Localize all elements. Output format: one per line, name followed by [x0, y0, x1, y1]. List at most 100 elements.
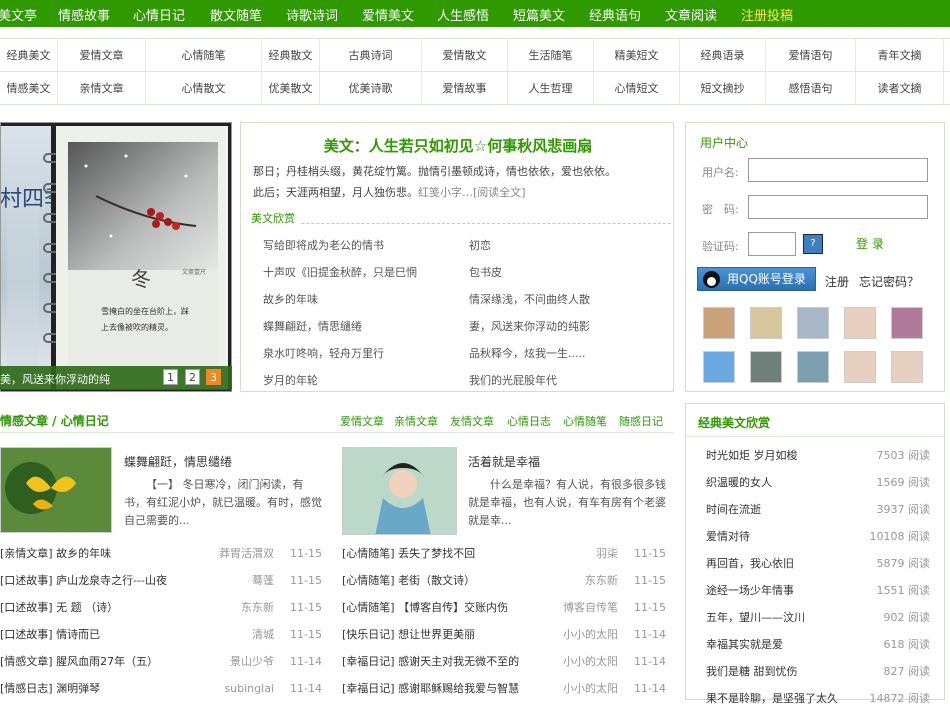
register-link[interactable]: 注册 — [825, 273, 849, 290]
captcha-image[interactable]: ? — [803, 234, 823, 254]
category-link[interactable]: 经典散文 — [262, 39, 320, 72]
category-link[interactable]: 爱情散文 — [422, 39, 508, 72]
list-item-title[interactable]: [快乐日记] 想让世界更美丽 — [342, 628, 475, 641]
article-link[interactable]: 品秋释今，炫我一生..... — [469, 345, 585, 361]
classic-item[interactable]: 果不是聆聊，是坚强了太久 14872 阅读 — [706, 685, 938, 712]
article-link[interactable]: 蝶舞翩跹，情思缱绻 — [263, 318, 362, 334]
category-link[interactable]: 爱情故事 — [422, 72, 508, 105]
nav-item[interactable]: 诗歌诗词 — [286, 5, 338, 24]
list-item-title[interactable]: [幸福日记] 感谢耶稣赐给我爱与智慧 — [342, 682, 519, 695]
classic-item-title[interactable]: 再回首，我心依旧 — [706, 550, 794, 577]
list-item-title[interactable]: [口述故事] 庐山龙泉寺之行---山夜 — [0, 574, 167, 587]
list-item-title[interactable]: [口述故事] 无 题 （诗） — [0, 601, 118, 614]
qq-login-button[interactable]: 用QQ账号登录 — [697, 267, 816, 291]
classic-item-title[interactable]: 织温暖的女人 — [706, 469, 772, 496]
nav-item[interactable]: 文章阅读 — [665, 5, 717, 24]
list-item-title[interactable]: [情感文章] 腥风血雨27年（五） — [0, 655, 158, 668]
page-button-3[interactable]: 3 — [206, 369, 221, 385]
list-item-title[interactable]: [心情随笔] 丢失了梦找不回 — [342, 547, 475, 560]
nav-item-register[interactable]: 注册投稿 — [741, 5, 793, 24]
member-avatar[interactable] — [891, 351, 923, 383]
nav-item[interactable]: 情感故事 — [58, 5, 110, 24]
classic-item[interactable]: 时间在流逝 3937 阅读 — [706, 496, 938, 523]
page-button-2[interactable]: 2 — [185, 369, 200, 385]
nav-item[interactable]: 散文随笔 — [210, 5, 262, 24]
classic-item-title[interactable]: 我们是糖 甜到忧伤 — [706, 658, 798, 685]
captcha-input[interactable] — [748, 232, 796, 256]
section-tab[interactable]: 随感日记 — [619, 413, 663, 429]
list-item[interactable]: [口述故事] 无 题 （诗） 东东新 11-15 — [0, 594, 322, 621]
read-more-link[interactable]: 红笺小字…[阅读全文] — [418, 186, 526, 199]
article-link[interactable]: 包书皮 — [469, 264, 502, 280]
article-link[interactable]: 写给即将成为老公的情书 — [263, 237, 384, 253]
category-link[interactable]: 情感美文 — [0, 72, 58, 105]
classic-item[interactable]: 织温暖的女人 1569 阅读 — [706, 469, 938, 496]
featured-title[interactable]: 美文：人生若只如初见☆何事秋风悲画扇 — [241, 135, 675, 156]
article-link[interactable]: 十声叹《旧提金秋醉，只是巳惘 — [263, 264, 417, 280]
classic-item[interactable]: 我们是糖 甜到忧伤 827 阅读 — [706, 658, 938, 685]
classic-item-title[interactable]: 时间在流逝 — [706, 496, 761, 523]
list-item-title[interactable]: [心情随笔] 老街（散文诗） — [342, 574, 475, 587]
list-item-title[interactable]: [口述故事] 情诗而已 — [0, 628, 100, 641]
nav-item[interactable]: 心情日记 — [133, 5, 185, 24]
caption-text[interactable]: 美，风送来你浮动的纯 — [0, 371, 110, 387]
category-link[interactable]: 心情随笔 — [146, 39, 262, 72]
article-link[interactable]: 泉水叮咚响，轻舟万里行 — [263, 345, 384, 361]
article-link[interactable]: 岁月的年轮 — [263, 372, 318, 388]
category-link[interactable]: 古典诗词 — [320, 39, 422, 72]
section-tab[interactable]: 爱情文章 — [340, 413, 384, 429]
article-link[interactable]: 妻，风送来你浮动的纯影 — [469, 318, 590, 334]
nav-item[interactable]: 短篇美文 — [513, 5, 565, 24]
member-avatar[interactable] — [797, 351, 829, 383]
category-link[interactable]: 爱情语句 — [766, 39, 856, 72]
list-item-title[interactable]: [亲情文章] 故乡的年味 — [0, 547, 111, 560]
forgot-password-link[interactable]: 忘记密码？ — [859, 273, 919, 290]
classic-item-title[interactable]: 爱情对待 — [706, 523, 750, 550]
article-link[interactable]: 初恋 — [469, 237, 491, 253]
category-link[interactable]: 经典美文 — [0, 39, 58, 72]
category-link[interactable]: 人生哲理 — [508, 72, 594, 105]
classic-item-title[interactable]: 五年，望川——汶川 — [706, 604, 805, 631]
category-link[interactable]: 精美短文 — [594, 39, 680, 72]
section-tab[interactable]: 心情随笔 — [563, 413, 607, 429]
post-title[interactable]: 活着就是幸福 — [468, 453, 540, 470]
section-tab[interactable]: 亲情文章 — [394, 413, 438, 429]
member-avatar[interactable] — [844, 307, 876, 339]
list-item-title[interactable]: [幸福日记] 感谢天主对我无微不至的 — [342, 655, 519, 668]
classic-item[interactable]: 幸福其实就是爱 618 阅读 — [706, 631, 938, 658]
category-link[interactable]: 亲情文章 — [58, 72, 146, 105]
butterfly-thumbnail[interactable] — [0, 447, 112, 533]
category-link[interactable]: 青年文摘 — [856, 39, 944, 72]
password-input[interactable] — [748, 195, 928, 219]
category-link[interactable]: 心情短文 — [594, 72, 680, 105]
classic-item[interactable]: 途经一场少年情事 1551 阅读 — [706, 577, 938, 604]
article-link[interactable]: 情深缘浅，不问曲终人散 — [469, 291, 590, 307]
classic-item[interactable]: 再回首，我心依旧 5879 阅读 — [706, 550, 938, 577]
nav-item[interactable]: 爱情美文 — [362, 5, 414, 24]
article-link[interactable]: 我们的光屁股年代 — [469, 372, 557, 388]
list-item[interactable]: [幸福日记] 感谢天主对我无微不至的 小小的太阳 11-14 — [342, 648, 666, 675]
classic-item-title[interactable]: 果不是聆聊，是坚强了太久 — [706, 685, 838, 712]
member-avatar[interactable] — [797, 307, 829, 339]
list-item[interactable]: [情感日志] 渊明弹琴 subinglai 11-14 — [0, 675, 322, 702]
list-item[interactable]: [幸福日记] 感谢耶稣赐给我爱与智慧 小小的太阳 11-14 — [342, 675, 666, 702]
classic-item-title[interactable]: 时光如炬 岁月如梭 — [706, 442, 798, 469]
category-link[interactable]: 生活随笔 — [508, 39, 594, 72]
category-link[interactable]: 短文摘抄 — [680, 72, 766, 105]
member-avatar[interactable] — [844, 351, 876, 383]
category-link[interactable]: 经典语录 — [680, 39, 766, 72]
category-link[interactable]: 优美散文 — [262, 72, 320, 105]
classic-item-title[interactable]: 幸福其实就是爱 — [706, 631, 783, 658]
list-item[interactable]: [快乐日记] 想让世界更美丽 小小的太阳 11-14 — [342, 621, 666, 648]
list-item[interactable]: [心情随笔] 老街（散文诗） 东东新 11-15 — [342, 567, 666, 594]
list-item[interactable]: [心情随笔] 【博客自传】交账内伤 博客自传笔 11-15 — [342, 594, 666, 621]
post-title[interactable]: 蝶舞翩跹，情思缱绻 — [124, 453, 232, 470]
list-item[interactable]: [心情随笔] 丢失了梦找不回 羽柒 11-15 — [342, 540, 666, 567]
category-link[interactable]: 优美诗歌 — [320, 72, 422, 105]
category-link[interactable]: 爱情文章 — [58, 39, 146, 72]
member-avatar[interactable] — [891, 307, 923, 339]
category-link[interactable]: 感悟语句 — [766, 72, 856, 105]
list-item-title[interactable]: [情感日志] 渊明弹琴 — [0, 682, 100, 695]
list-item-title[interactable]: [心情随笔] 【博客自传】交账内伤 — [342, 601, 508, 614]
classic-item[interactable]: 爱情对待 10108 阅读 — [706, 523, 938, 550]
